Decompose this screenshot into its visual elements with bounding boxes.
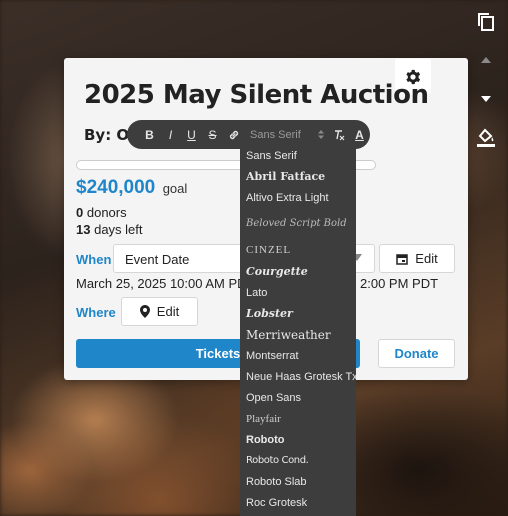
font-option-beloved-script-bold[interactable]: Beloved Script Bold <box>240 208 356 239</box>
font-option-open-sans[interactable]: Open Sans <box>240 387 356 408</box>
when-label: When <box>76 252 112 267</box>
days-count: 13 <box>76 222 91 237</box>
triangle-down-icon <box>481 96 491 102</box>
background-fill-button[interactable] <box>472 123 500 151</box>
location-pin-icon <box>139 305 150 318</box>
donors-count: 0 <box>76 205 84 220</box>
font-option-cinzel[interactable]: CINZEL <box>240 239 356 261</box>
font-family-select[interactable]: Sans Serif <box>250 129 324 141</box>
donors-stat: 0 donors <box>76 205 127 220</box>
goal-label: goal <box>162 181 188 196</box>
link-button[interactable] <box>223 125 244 145</box>
font-option-roc-grotesk[interactable]: Roc Grotesk <box>240 492 356 513</box>
goal-line: $240,000 goal <box>76 177 187 199</box>
font-option-merriweather[interactable]: Merriweather <box>240 324 356 345</box>
move-up-button[interactable] <box>472 46 500 74</box>
underline-button[interactable]: U <box>181 125 202 145</box>
font-option-altivo-extra-light[interactable]: Altivo Extra Light <box>240 187 356 208</box>
text-color-button[interactable]: A <box>349 125 370 145</box>
edit-date-label: Edit <box>415 251 438 266</box>
font-option-roboto-cond[interactable]: Roboto Cond. <box>240 450 356 471</box>
font-option-abril-fatface[interactable]: Abril Fatface <box>240 166 356 187</box>
font-option-sans-serif[interactable]: Sans Serif <box>240 146 356 166</box>
donate-button[interactable]: Donate <box>378 339 455 368</box>
edit-date-button[interactable]: Edit <box>379 244 455 273</box>
goal-amount: $240,000 <box>76 177 156 198</box>
copy-icon <box>478 13 494 31</box>
triangle-up-icon <box>481 57 491 63</box>
font-option-lobster[interactable]: Lobster <box>240 303 356 324</box>
paint-bucket-icon <box>477 128 495 147</box>
end-datetime: 2:00 PM PDT <box>360 276 439 291</box>
clear-format-button[interactable] <box>328 125 349 145</box>
font-dropdown-list: Sans Serif Abril Fatface Altivo Extra Li… <box>240 146 356 516</box>
start-datetime: March 25, 2025 10:00 AM PDT <box>76 276 255 291</box>
where-label: Where <box>76 305 116 320</box>
donors-label: donors <box>86 205 127 220</box>
bold-button[interactable]: B <box>139 125 160 145</box>
font-option-playfair[interactable]: Playfair <box>240 408 356 429</box>
edit-location-label: Edit <box>156 304 180 319</box>
clear-format-icon <box>334 129 344 140</box>
font-option-roboto-slab[interactable]: Roboto Slab <box>240 471 356 492</box>
font-option-lato[interactable]: Lato <box>240 282 356 303</box>
font-option-roboto[interactable]: Roboto <box>240 429 356 450</box>
font-family-value: Sans Serif <box>250 128 301 141</box>
text-format-toolbar: B I U S Sans Serif A <box>127 120 370 149</box>
days-label: days left <box>94 222 143 237</box>
font-option-neue-haas-grotesk-txt[interactable]: Neue Haas Grotesk Txt <box>240 366 356 387</box>
font-option-courgette[interactable]: Courgette <box>240 261 356 282</box>
strikethrough-button[interactable]: S <box>202 125 223 145</box>
move-down-button[interactable] <box>472 85 500 113</box>
edit-location-button[interactable]: Edit <box>121 297 198 326</box>
copy-button[interactable] <box>472 8 500 36</box>
event-title[interactable]: 2025 May Silent Auction <box>84 80 464 110</box>
link-icon <box>229 130 238 139</box>
days-left-stat: 13 days left <box>76 222 143 237</box>
italic-button[interactable]: I <box>160 125 181 145</box>
select-updown-icon <box>318 130 324 139</box>
calendar-icon <box>396 253 409 265</box>
font-option-montserrat[interactable]: Montserrat <box>240 345 356 366</box>
